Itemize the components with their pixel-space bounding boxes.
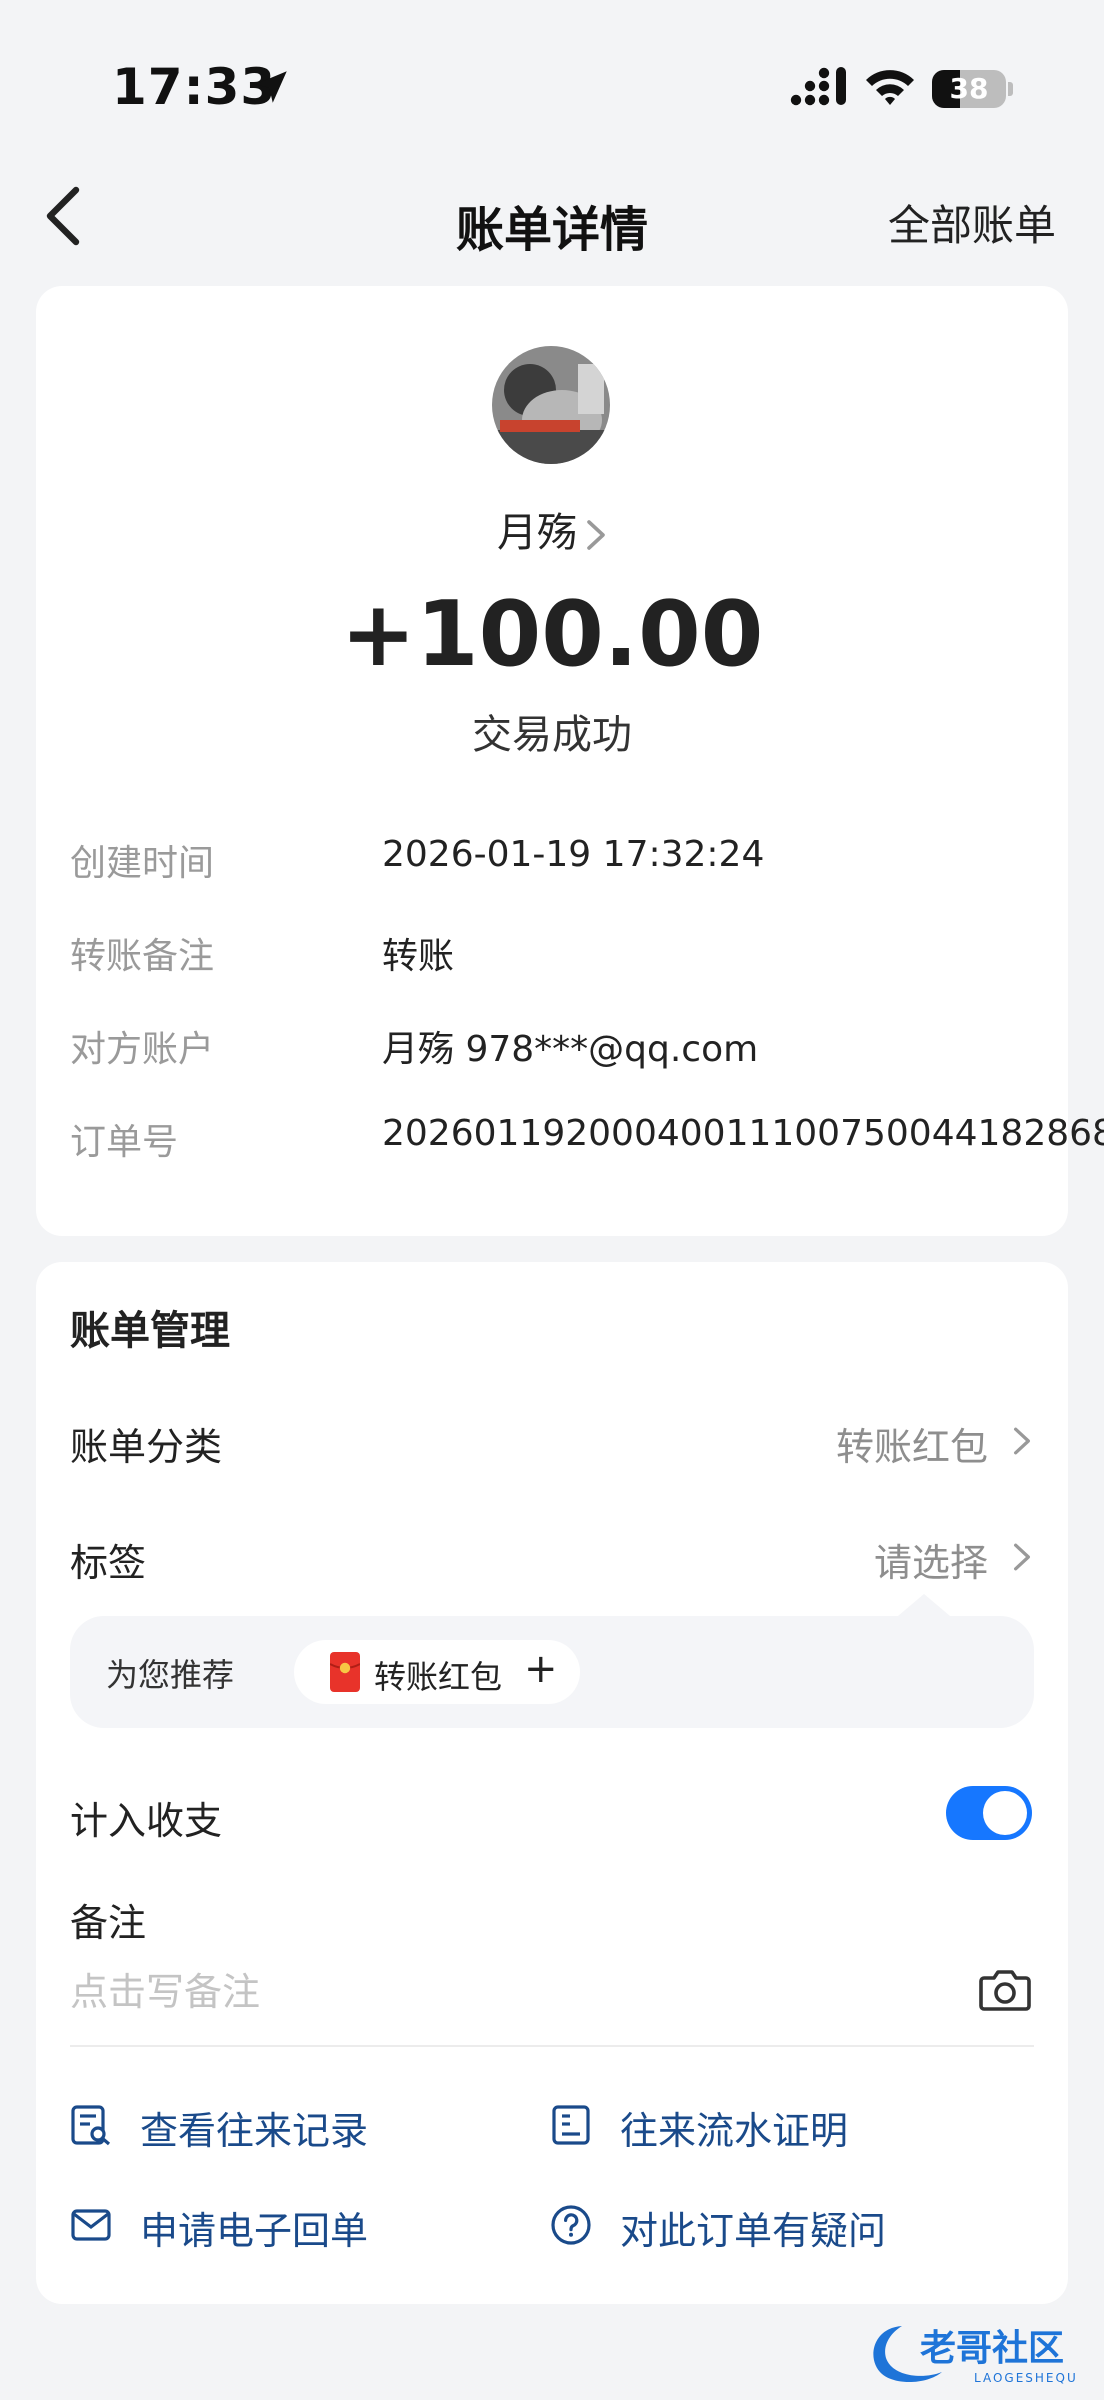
chevron-right-icon — [1014, 1427, 1030, 1455]
category-row[interactable]: 账单分类 转账红包 — [70, 1412, 1034, 1472]
location-arrow-icon — [255, 71, 287, 103]
cellular-signal-icon — [790, 67, 846, 106]
battery-icon: 38 — [932, 70, 1006, 108]
tag-label: 标签 — [70, 1541, 147, 1585]
include-in-stats-row: 计入收支 — [70, 1786, 1034, 1846]
envelope-icon — [71, 2209, 111, 2241]
nav-bar: 账单详情 全部账单 — [0, 150, 1104, 280]
all-bills-link[interactable]: 全部账单 — [888, 192, 1056, 253]
bill-management-card: 账单管理 账单分类 转账红包 标签 请选择 为您推荐 转账红包 + 计入收支 备… — [36, 1262, 1068, 2304]
link-label: 对此订单有疑问 — [620, 2209, 887, 2253]
tag-value: 请选择 — [873, 1541, 988, 1585]
chip-label: 转账红包 — [374, 1658, 503, 1696]
payer-name-link[interactable]: 月殇 — [36, 500, 1068, 558]
red-packet-icon — [330, 1652, 360, 1692]
detail-value: 转账 — [382, 936, 455, 977]
link-label: 往来流水证明 — [620, 2109, 849, 2153]
watermark-title: 老哥社区 — [920, 2328, 1064, 2369]
detail-label: 转账备注 — [70, 936, 215, 977]
toggle-knob — [983, 1791, 1027, 1835]
detail-label: 订单号 — [70, 1122, 179, 1163]
watermark-logo: 老哥社区 LAOGESHEQU — [873, 2326, 1078, 2385]
detail-row-counterparty-account: 对方账户 月殇 978***@qq.com — [70, 1012, 1034, 1072]
payer-name: 月殇 — [497, 510, 577, 556]
divider — [70, 2045, 1034, 2047]
include-label: 计入收支 — [70, 1799, 223, 1843]
detail-value: 月殇 978***@qq.com — [382, 1029, 759, 1070]
statement-doc-icon — [552, 2105, 590, 2145]
question-circle-icon — [551, 2205, 591, 2245]
detail-value: 2026-01-19 17:32:24 — [382, 834, 765, 875]
status-bar: 17:33 38 — [0, 0, 1104, 150]
detail-row-created-time: 创建时间 2026-01-19 17:32:24 — [70, 826, 1034, 886]
battery-tip — [1008, 82, 1013, 96]
detail-row-transfer-note: 转账备注 转账 — [70, 919, 1034, 979]
transaction-summary-card: 月殇 +100.00 交易成功 创建时间 2026-01-19 17:32:24… — [36, 286, 1104, 1236]
detail-row-order-number: 订单号 20260119200040011100750044182868 — [70, 1105, 1104, 1165]
record-search-icon — [71, 2105, 111, 2146]
recommended-tag-chip[interactable]: 转账红包 + — [294, 1640, 580, 1704]
chevron-right-icon — [587, 520, 605, 550]
transaction-status: 交易成功 — [472, 712, 632, 758]
tag-recommendation-box: 为您推荐 转账红包 + — [70, 1594, 1034, 1728]
tag-row[interactable]: 标签 请选择 — [70, 1528, 1034, 1588]
recommendation-pointer — [898, 1594, 950, 1616]
watermark-subtitle: LAOGESHEQU — [974, 2371, 1078, 2385]
detail-label: 创建时间 — [70, 843, 215, 884]
camera-icon[interactable] — [978, 1964, 1032, 2014]
link-label: 查看往来记录 — [140, 2109, 369, 2153]
transaction-amount: +100.00 — [340, 582, 764, 687]
section-title: 账单管理 — [70, 1308, 230, 1354]
wifi-icon — [866, 70, 914, 105]
category-label: 账单分类 — [70, 1425, 223, 1469]
detail-value: 20260119200040011100750044182868 — [382, 1113, 1104, 1154]
include-in-stats-toggle[interactable] — [946, 1786, 1032, 1840]
link-label: 申请电子回单 — [140, 2209, 369, 2253]
avatar[interactable] — [492, 346, 610, 464]
battery-percent: 38 — [949, 72, 989, 105]
chevron-right-icon — [1014, 1543, 1030, 1571]
category-value: 转账红包 — [835, 1425, 988, 1469]
memo-input[interactable] — [70, 1962, 950, 2022]
add-tag-icon: + — [524, 1646, 558, 1692]
detail-label: 对方账户 — [70, 1029, 215, 1070]
recommend-label: 为您推荐 — [106, 1656, 235, 1694]
memo-label: 备注 — [70, 1901, 147, 1945]
